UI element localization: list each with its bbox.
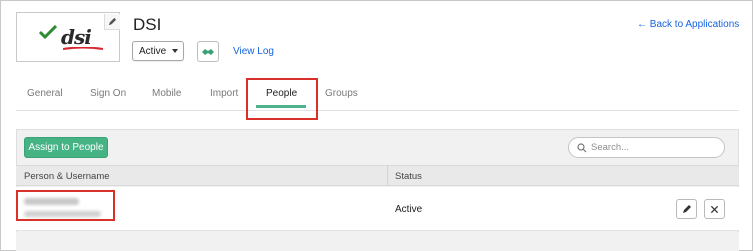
tab-groups[interactable]: Groups <box>325 88 358 99</box>
pencil-icon <box>682 205 691 213</box>
row-status: Active <box>395 204 423 215</box>
edit-logo-button[interactable] <box>104 14 120 30</box>
panel-footer <box>16 232 739 251</box>
page-title: DSI <box>133 15 162 34</box>
search-icon <box>577 142 587 152</box>
remove-assignment-button[interactable] <box>704 199 725 219</box>
search-field[interactable] <box>568 137 725 158</box>
tab-general[interactable]: General <box>27 88 63 99</box>
search-input[interactable] <box>591 142 721 153</box>
tab-sign-on[interactable]: Sign On <box>90 88 126 99</box>
assign-to-people-button[interactable]: Assign to People <box>24 137 108 158</box>
logo-text: dsi <box>61 25 92 49</box>
edit-assignment-button[interactable] <box>676 199 697 219</box>
table-header: Person & Username Status <box>16 165 739 186</box>
highlight-box-people-tab <box>246 78 318 120</box>
highlight-box-user <box>16 190 115 221</box>
tabs-divider <box>16 110 739 111</box>
caret-down-icon <box>172 49 178 53</box>
logo-swoosh <box>63 47 103 50</box>
app-tabs: General Sign On Mobile Import People Gro… <box>16 85 739 111</box>
status-select-value: Active <box>139 45 167 57</box>
provisioning-button[interactable] <box>197 41 219 62</box>
app-status-select[interactable]: Active <box>132 41 184 61</box>
column-header-status[interactable]: Status <box>395 171 422 182</box>
view-log-link[interactable]: View Log <box>233 46 274 57</box>
back-to-applications-link[interactable]: ← Back to Applications <box>637 19 739 30</box>
column-header-person[interactable]: Person & Username <box>24 171 110 182</box>
tab-import[interactable]: Import <box>210 88 238 99</box>
close-icon <box>710 205 719 213</box>
table-row <box>16 187 739 231</box>
handshake-icon <box>202 48 214 55</box>
tab-mobile[interactable]: Mobile <box>152 88 181 99</box>
logo-checkmark-icon <box>39 25 57 39</box>
column-divider <box>387 165 388 186</box>
pencil-icon <box>108 17 117 26</box>
